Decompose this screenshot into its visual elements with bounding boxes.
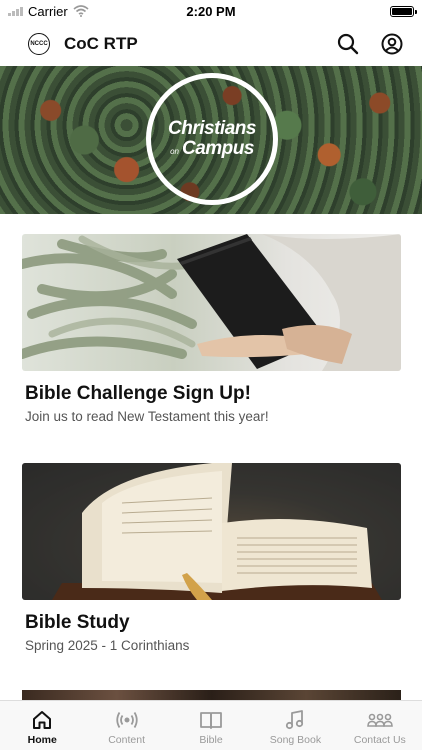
hero-title-line1: Christians xyxy=(168,118,256,139)
carrier-label: Carrier xyxy=(28,3,68,19)
profile-button[interactable] xyxy=(380,32,404,56)
tab-song-book[interactable]: Song Book xyxy=(253,701,337,750)
tab-content[interactable]: Content xyxy=(84,701,168,750)
app-logo: NCCC xyxy=(28,33,50,55)
status-left: Carrier xyxy=(8,4,89,19)
hero-title-line3: Campus xyxy=(181,138,254,159)
status-bar: Carrier 2:20 PM xyxy=(0,0,422,22)
tab-label: Home xyxy=(27,734,57,746)
card-bible-challenge[interactable]: Bible Challenge Sign Up! Join us to read… xyxy=(22,234,401,424)
home-icon xyxy=(33,711,52,729)
card-image-bible-challenge xyxy=(22,234,401,371)
tab-home[interactable]: Home xyxy=(0,701,84,750)
card-bible-study[interactable]: Bible Study Spring 2025 - 1 Corinthians xyxy=(22,463,401,653)
card-subtitle: Join us to read New Testament this year! xyxy=(25,409,269,424)
signal-icon xyxy=(8,6,23,16)
card-image-bible-study xyxy=(22,463,401,600)
book-icon xyxy=(200,712,222,729)
battery-icon xyxy=(390,5,417,17)
music-note-icon xyxy=(286,710,304,730)
search-icon xyxy=(337,33,359,55)
tab-label: Song Book xyxy=(269,734,322,746)
app-header: NCCC CoC RTP xyxy=(0,22,422,66)
broadcast-icon xyxy=(115,712,138,728)
card-title: Bible Challenge Sign Up! xyxy=(25,383,251,404)
group-icon xyxy=(367,713,393,727)
tab-bar: Home Content Bible Song Book Contact Us xyxy=(0,700,422,750)
user-circle-icon xyxy=(381,33,403,55)
hero-logo: Christians on Campus xyxy=(146,73,278,205)
tab-label: Contact Us xyxy=(353,734,406,746)
app-title: CoC RTP xyxy=(64,34,138,53)
tab-label: Bible xyxy=(199,734,223,746)
hero-title-row2: on Campus xyxy=(170,138,254,160)
card-title: Bible Study xyxy=(25,612,130,633)
hero-title-on: on xyxy=(170,147,179,156)
card-subtitle: Spring 2025 - 1 Corinthians xyxy=(25,638,190,653)
tab-bible[interactable]: Bible xyxy=(169,701,253,750)
tab-contact-us[interactable]: Contact Us xyxy=(338,701,422,750)
header-actions xyxy=(336,32,404,56)
wifi-icon xyxy=(73,5,89,17)
search-button[interactable] xyxy=(336,32,360,56)
hero-banner[interactable]: Christians on Campus xyxy=(0,66,422,214)
tab-label: Content xyxy=(108,734,145,746)
